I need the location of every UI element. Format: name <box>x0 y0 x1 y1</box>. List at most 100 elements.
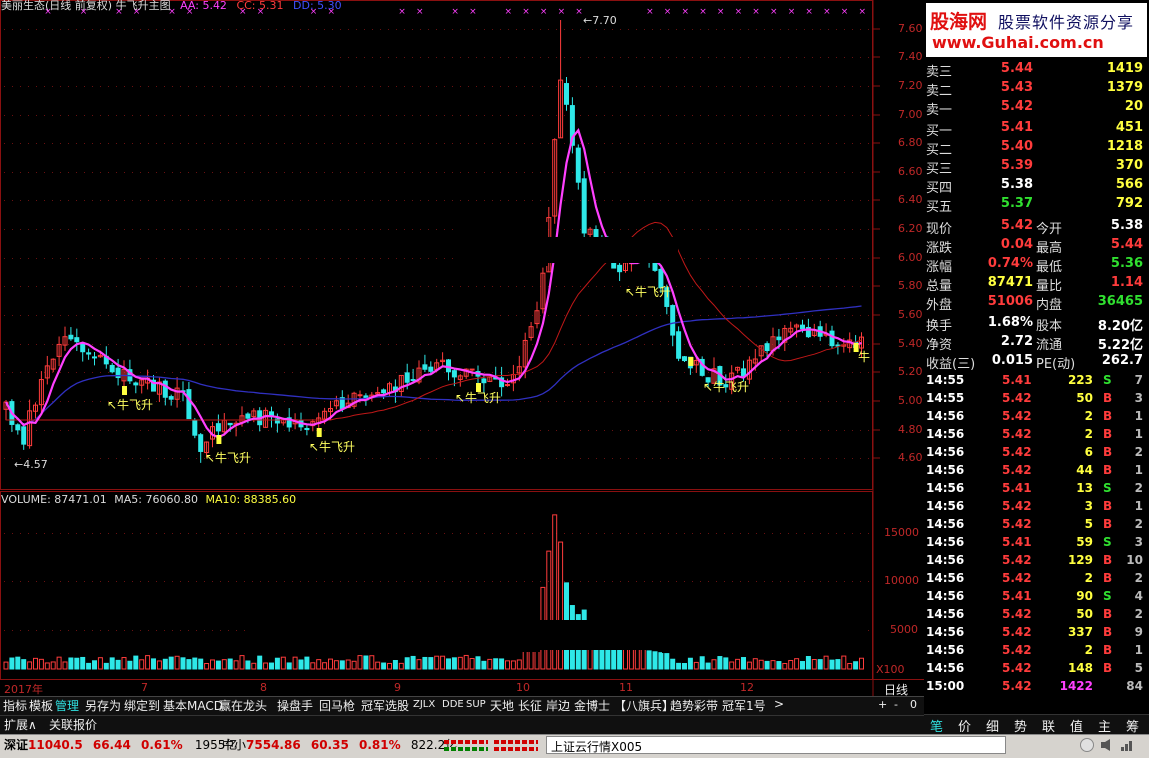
price-grid-dot <box>28 372 29 373</box>
order-book-row[interactable]: 买四 5.38 566 <box>926 176 1147 196</box>
indicator-tab[interactable]: 金博士 <box>574 697 610 714</box>
price-grid-dot <box>116 200 117 201</box>
globe-icon[interactable] <box>1080 738 1094 752</box>
price-grid-dot <box>92 86 93 87</box>
indicator-tab[interactable]: 冠军选股 <box>361 697 409 714</box>
right-tab[interactable]: 价 <box>958 716 971 735</box>
indicator-tab[interactable]: 操盘手 <box>277 697 313 714</box>
volume-grid-dot <box>820 533 821 534</box>
price-grid-dot <box>44 315 45 316</box>
indicator-tab[interactable]: 天地 <box>490 697 514 714</box>
price-grid-dot <box>132 200 133 201</box>
indicator-tab[interactable]: ZJLX <box>413 699 435 716</box>
right-tab[interactable]: 笔 <box>930 716 943 735</box>
indicator-tab[interactable]: 模板 <box>29 697 53 714</box>
volume-bar <box>387 662 392 670</box>
indicator-tab[interactable]: 【八旗兵】 <box>614 697 674 714</box>
period-label[interactable]: 日线 <box>884 681 908 698</box>
indicator-tab[interactable]: > <box>774 697 784 714</box>
volume-bar <box>817 659 823 670</box>
price-grid-dot <box>676 86 677 87</box>
price-grid-dot <box>28 200 29 201</box>
right-tab[interactable]: 主 <box>1098 716 1111 735</box>
price-grid-dot <box>52 286 53 287</box>
indicator-tab[interactable]: 长征 <box>518 697 542 714</box>
sz-index[interactable]: 深证11040.5 66.44 0.61% 1955亿 <box>4 736 237 753</box>
price-grid-dot <box>140 430 141 431</box>
tick-side: S <box>1103 373 1112 387</box>
volume-ma10: MA10: 88385.60 <box>205 493 297 506</box>
right-tab[interactable]: 筹 <box>1126 716 1139 735</box>
indicator-tab[interactable]: DDE <box>442 699 464 716</box>
indicator-tab[interactable]: 管理 <box>55 697 79 714</box>
price-grid-dot <box>492 430 493 431</box>
price-grid-dot <box>316 344 317 345</box>
price-grid-dot <box>172 29 173 30</box>
buy-marker <box>122 386 127 395</box>
price-grid-dot <box>156 458 157 459</box>
price-grid-dot <box>188 172 189 173</box>
right-tab[interactable]: 细 <box>986 716 999 735</box>
volume-grid-dot <box>804 581 805 582</box>
zx-index[interactable]: 中小7554.86 60.35 0.81% 822.2亿 <box>222 736 457 753</box>
price-grid-dot <box>420 315 421 316</box>
speaker-icon[interactable] <box>1100 738 1114 752</box>
volume-grid-dot <box>508 533 509 534</box>
zoom-reset-button[interactable]: 0 <box>910 698 917 711</box>
price-grid-dot <box>860 200 861 201</box>
price-grid-dot <box>780 372 781 373</box>
indicator-tab[interactable]: 绑定到 <box>124 697 160 714</box>
indicator-tab[interactable]: 赢在龙头 <box>219 697 267 714</box>
price-grid-dot <box>260 29 261 30</box>
price-grid-dot <box>492 57 493 58</box>
order-level-label: 卖三 <box>926 65 953 80</box>
volume-grid-dot <box>228 533 229 534</box>
price-grid-dot <box>700 344 701 345</box>
order-book-row[interactable]: 卖三 5.44 1419 <box>926 60 1147 80</box>
price-grid-dot <box>836 86 837 87</box>
expand-button[interactable]: 扩展∧ <box>4 716 37 733</box>
price-grid-dot <box>468 29 469 30</box>
volume-bar <box>274 657 280 670</box>
zoom-in-button[interactable]: + <box>878 698 887 711</box>
price-grid-dot <box>620 286 621 287</box>
price-grid-dot <box>52 372 53 373</box>
order-book-row[interactable]: 买三 5.39 370 <box>926 157 1147 177</box>
volume-grid-dot <box>204 630 205 631</box>
right-tab[interactable]: 值 <box>1070 716 1083 735</box>
candlestick-chart[interactable]: × × × × × × × × × × × × × × × × × × × × × × × × × × × × × × × × <box>0 0 924 700</box>
volume-grid-dot <box>436 533 437 534</box>
volume-grid-dot <box>76 630 77 631</box>
order-book-row[interactable]: 买五 5.37 792 <box>926 195 1147 215</box>
price-grid-dot <box>372 372 373 373</box>
price-grid-dot <box>132 57 133 58</box>
indicator-tab[interactable]: 另存为 <box>85 697 121 714</box>
indicator-tab[interactable]: 趋势彩带 <box>670 697 718 714</box>
order-book-row[interactable]: 卖一 5.42 20 <box>926 98 1147 118</box>
zoom-out-button[interactable]: - <box>894 698 898 711</box>
candle-body <box>92 356 97 359</box>
related-quote-button[interactable]: 关联报价 <box>49 716 97 733</box>
indicator-tab[interactable]: 回马枪 <box>319 697 355 714</box>
volume-grid-dot <box>36 533 37 534</box>
order-book-row[interactable]: 买一 5.41 451 <box>926 119 1147 139</box>
volume-bar <box>269 662 274 670</box>
indicator-tab[interactable]: SUP <box>466 699 486 716</box>
indicator-tab[interactable]: 冠军1号 <box>722 697 766 714</box>
indicator-tab[interactable]: 基本MACD <box>163 697 223 714</box>
indicator-tab[interactable]: 岸边 <box>546 697 570 714</box>
price-grid-dot <box>36 172 37 173</box>
volume-grid-dot <box>188 581 189 582</box>
price-grid-dot <box>204 86 205 87</box>
indicator-tab[interactable]: 指标 <box>3 697 27 714</box>
news-ticker[interactable]: 上证云行情X005 <box>546 736 1006 754</box>
price-grid-dot <box>412 57 413 58</box>
price-grid-dot <box>660 29 661 30</box>
price-grid-dot <box>428 143 429 144</box>
price-grid-dot <box>572 200 573 201</box>
order-book-row[interactable]: 卖二 5.43 1379 <box>926 79 1147 99</box>
network-icon[interactable] <box>1120 738 1134 752</box>
right-tab[interactable]: 联 <box>1042 716 1055 735</box>
right-tab[interactable]: 势 <box>1014 716 1027 735</box>
order-book-row[interactable]: 买二 5.40 1218 <box>926 138 1147 158</box>
